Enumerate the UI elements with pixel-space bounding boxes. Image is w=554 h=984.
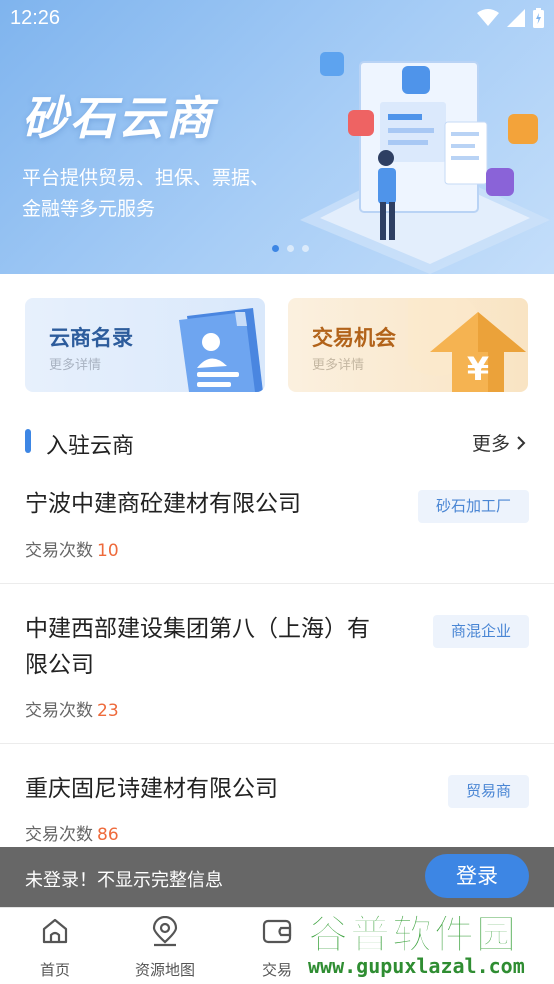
watermark-title: 谷普软件园 (308, 912, 518, 959)
trade-count: 交易次数 86 (25, 820, 119, 845)
section-header: 入驻云商 更多 (0, 420, 554, 464)
svg-text:¥: ¥ (467, 350, 489, 388)
site-watermark: 谷普软件园 www.gupuxlazal.com (300, 896, 554, 984)
login-prompt-text: 未登录！不显示完整信息 (25, 870, 223, 891)
company-name: 中建西部建设集团第八（上海）有 (25, 616, 370, 642)
carousel-dot[interactable] (302, 245, 309, 252)
banner-title: 砂石云商 (22, 91, 214, 145)
list-item[interactable]: 中建西部建设集团第八（上海）有 限公司 商混企业 交易次数 23 (0, 584, 554, 744)
card-subtitle: 更多详情 (49, 358, 102, 373)
list-item[interactable]: 重庆固尼诗建材有限公司 贸易商 交易次数 86 (0, 744, 554, 854)
company-name: 宁波中建商砼建材有限公司 (25, 491, 301, 517)
trade-count: 交易次数 10 (25, 536, 119, 561)
status-time: 12:26 (10, 7, 61, 29)
tab-home[interactable]: 首页 (0, 908, 110, 984)
banner-illustration (300, 52, 550, 274)
tab-label: 首页 (39, 961, 70, 979)
trade-count-value: 86 (97, 825, 119, 845)
section-title: 入驻云商 (46, 434, 135, 459)
more-link[interactable]: 更多 (472, 429, 526, 456)
battery-icon (533, 8, 544, 28)
company-type-tag: 砂石加工厂 (417, 490, 529, 523)
card-title: 交易机会 (312, 326, 396, 350)
trade-count-label: 交易次数 (25, 701, 93, 721)
company-name: 限公司 (25, 652, 94, 678)
card-subtitle: 更多详情 (312, 358, 365, 373)
trade-count-label: 交易次数 (25, 541, 93, 561)
chevron-right-icon (517, 435, 526, 450)
company-name: 重庆固尼诗建材有限公司 (25, 776, 278, 802)
home-icon (42, 918, 68, 944)
tab-label: 资源地图 (134, 961, 195, 979)
more-label: 更多 (471, 433, 510, 455)
carousel-indicator (272, 245, 309, 252)
card-title: 云商名录 (49, 326, 133, 350)
status-bar: 12:26 (0, 0, 554, 36)
id-card-icon (179, 308, 263, 392)
login-button[interactable]: 登录 (425, 854, 529, 898)
trade-opportunity-card[interactable]: 交易机会 更多详情 ¥ (288, 298, 528, 392)
cloud-merchant-directory-card[interactable]: 云商名录 更多详情 (25, 298, 265, 392)
carousel-dot[interactable] (287, 245, 294, 252)
status-icons (477, 8, 544, 28)
trade-count-label: 交易次数 (25, 825, 93, 845)
list-item[interactable]: 宁波中建商砼建材有限公司 砂石加工厂 交易次数 10 (0, 470, 554, 584)
wifi-icon (477, 9, 499, 26)
trade-count-value: 23 (97, 701, 119, 721)
tab-resource-map[interactable]: 资源地图 (110, 908, 220, 984)
trade-count: 交易次数 23 (25, 696, 119, 721)
yuan-arrow-icon: ¥ (408, 298, 526, 392)
banner-subtitle: 金融等多元服务 (22, 198, 156, 220)
carousel-dot[interactable] (272, 245, 279, 252)
banner-subtitle: 平台提供贸易、担保、票据、 (22, 167, 270, 189)
signal-icon (507, 9, 525, 27)
banner-carousel[interactable]: 12:26 砂石云商 平台提供贸易、担保、票据、 金融等多元服务 (0, 0, 554, 274)
map-pin-icon (152, 916, 178, 947)
watermark-url: www.gupuxlazal.com (306, 954, 527, 978)
company-type-tag: 贸易商 (447, 775, 529, 808)
company-type-tag: 商混企业 (432, 615, 529, 648)
wallet-icon (262, 919, 292, 944)
section-accent-bar (25, 429, 31, 453)
trade-count-value: 10 (97, 541, 119, 561)
